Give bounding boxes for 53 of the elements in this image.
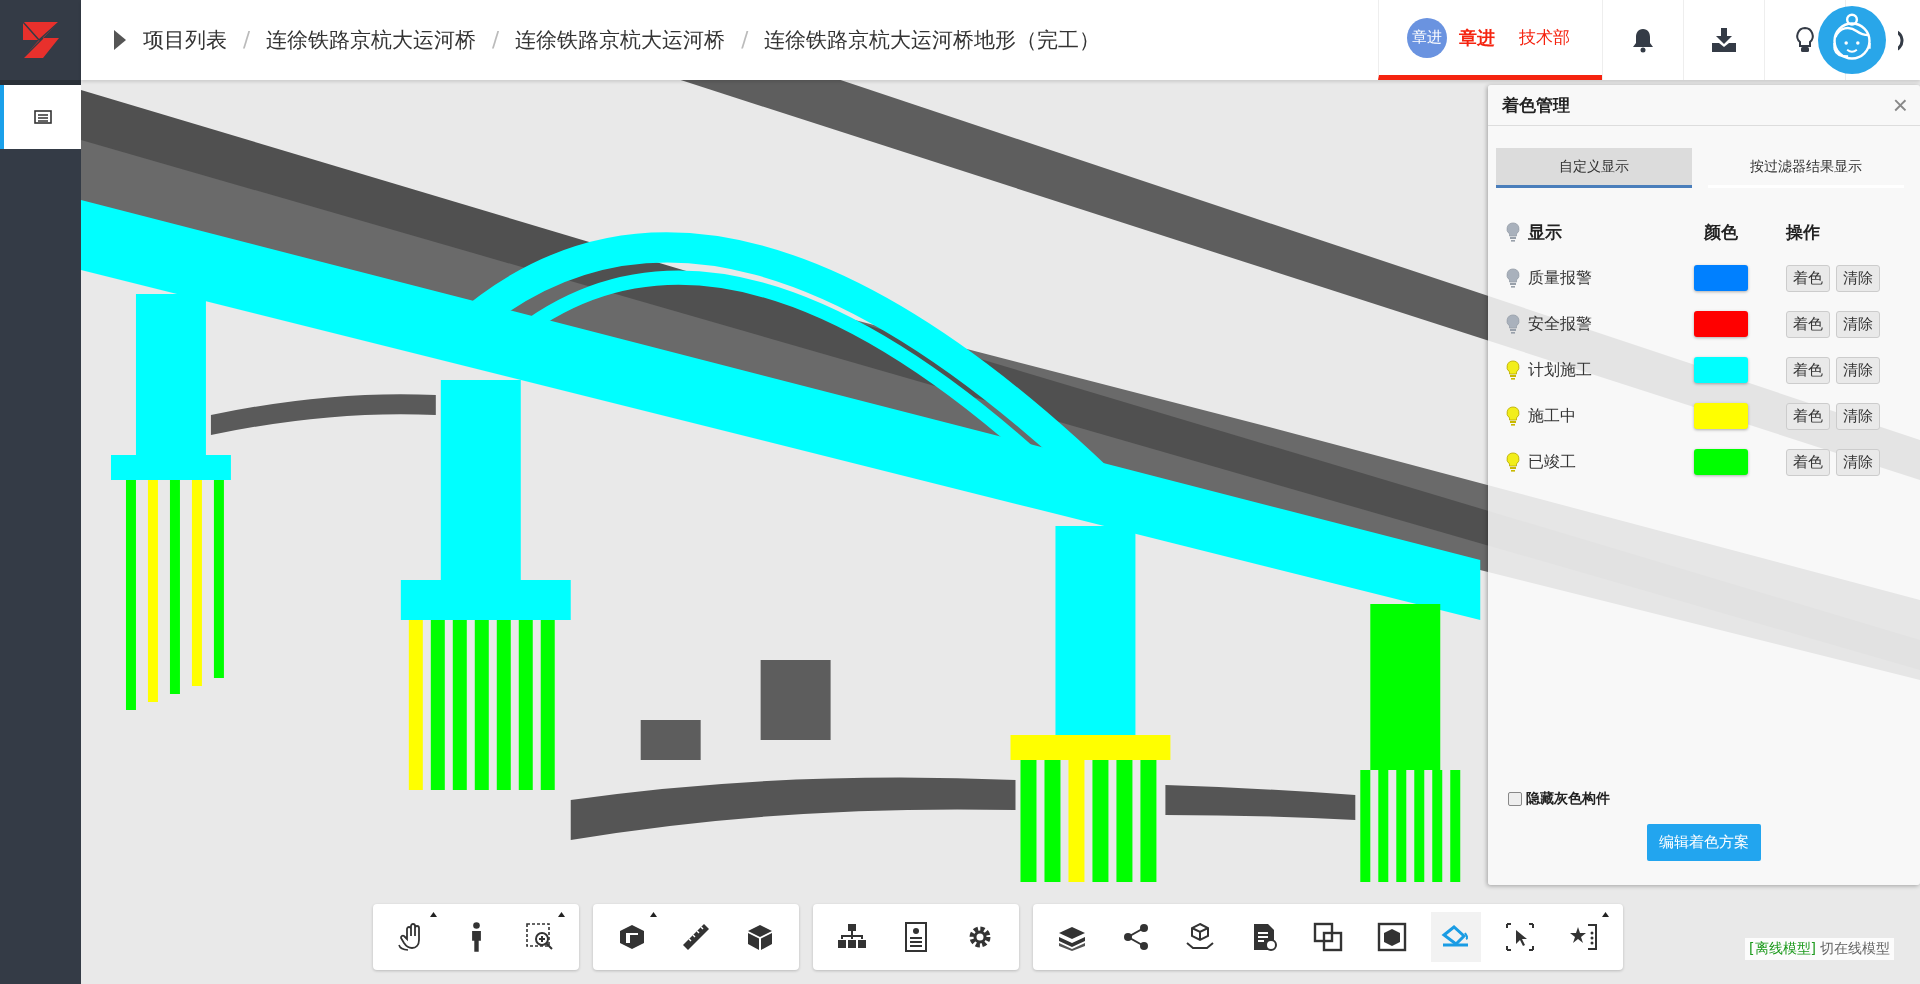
breadcrumb-separator: / bbox=[492, 28, 500, 52]
overlap-squares-icon bbox=[1312, 921, 1344, 953]
status-label: 施工中 bbox=[1528, 405, 1576, 427]
dropdown-caret-icon bbox=[1602, 912, 1609, 917]
column-header: 显示 bbox=[1528, 220, 1562, 244]
color-swatch[interactable] bbox=[1694, 403, 1748, 429]
sidebar-item[interactable] bbox=[0, 85, 81, 149]
breadcrumb-link[interactable]: 项目列表 bbox=[143, 26, 227, 54]
apply-color-button[interactable]: 着色 bbox=[1786, 448, 1830, 476]
tab[interactable]: 自定义显示 bbox=[1496, 148, 1692, 188]
switch-model-link[interactable]: 切在线模型 bbox=[1820, 940, 1890, 958]
clear-button[interactable]: 清除 bbox=[1836, 402, 1880, 430]
color-swatch[interactable] bbox=[1694, 449, 1748, 475]
panel-title: 着色管理 bbox=[1502, 93, 1570, 117]
color-swatch[interactable] bbox=[1694, 265, 1748, 291]
department-label: 技术部 bbox=[1519, 26, 1570, 49]
column-header: 操作 bbox=[1786, 220, 1820, 244]
status-label: 质量报警 bbox=[1528, 267, 1592, 289]
breadcrumb-separator: / bbox=[243, 28, 251, 52]
clear-button[interactable]: 清除 bbox=[1836, 448, 1880, 476]
breadcrumb-link[interactable]: 连徐铁路京杭大运河桥地形（完工） bbox=[764, 26, 1101, 54]
apply-color-button[interactable]: 着色 bbox=[1786, 310, 1830, 338]
apply-color-button[interactable]: 着色 bbox=[1786, 264, 1830, 292]
list-icon bbox=[33, 110, 52, 124]
download-icon[interactable] bbox=[1710, 26, 1738, 54]
clear-button[interactable]: 清除 bbox=[1836, 264, 1880, 292]
person-icon bbox=[470, 921, 482, 953]
user-name: 章进 bbox=[1459, 25, 1495, 50]
status-label: 计划施工 bbox=[1528, 359, 1592, 381]
checkbox-label: 隐藏灰色构件 bbox=[1526, 790, 1610, 808]
color-swatch[interactable] bbox=[1694, 357, 1748, 383]
status-label: 已竣工 bbox=[1528, 451, 1576, 473]
status-label: 安全报警 bbox=[1528, 313, 1592, 335]
current-model-label: [离线模型] bbox=[1749, 940, 1816, 958]
breadcrumb-link[interactable]: 连徐铁路京杭大运河桥 bbox=[515, 26, 726, 54]
tab[interactable]: 按过滤器结果显示 bbox=[1708, 148, 1904, 188]
cube-frame-icon bbox=[1376, 921, 1408, 953]
breadcrumb-link[interactable]: 连徐铁路京杭大运河桥 bbox=[266, 26, 477, 54]
user-avatar: 章进 bbox=[1407, 17, 1447, 58]
dropdown-caret-icon bbox=[430, 912, 437, 917]
apply-color-button[interactable]: 着色 bbox=[1786, 402, 1830, 430]
clear-button[interactable]: 清除 bbox=[1836, 310, 1880, 338]
dropdown-caret-icon bbox=[558, 912, 565, 917]
column-header: 颜色 bbox=[1704, 220, 1738, 244]
star-grid-icon bbox=[1568, 921, 1600, 953]
dropdown-caret-icon bbox=[650, 912, 657, 917]
color-swatch[interactable] bbox=[1694, 311, 1748, 337]
checkbox[interactable] bbox=[1508, 792, 1522, 806]
caret-icon bbox=[113, 29, 127, 51]
select-icon bbox=[1504, 921, 1536, 953]
apply-color-button[interactable]: 着色 bbox=[1786, 356, 1830, 384]
clear-button[interactable]: 清除 bbox=[1836, 356, 1880, 384]
breadcrumb-separator: / bbox=[741, 28, 749, 52]
